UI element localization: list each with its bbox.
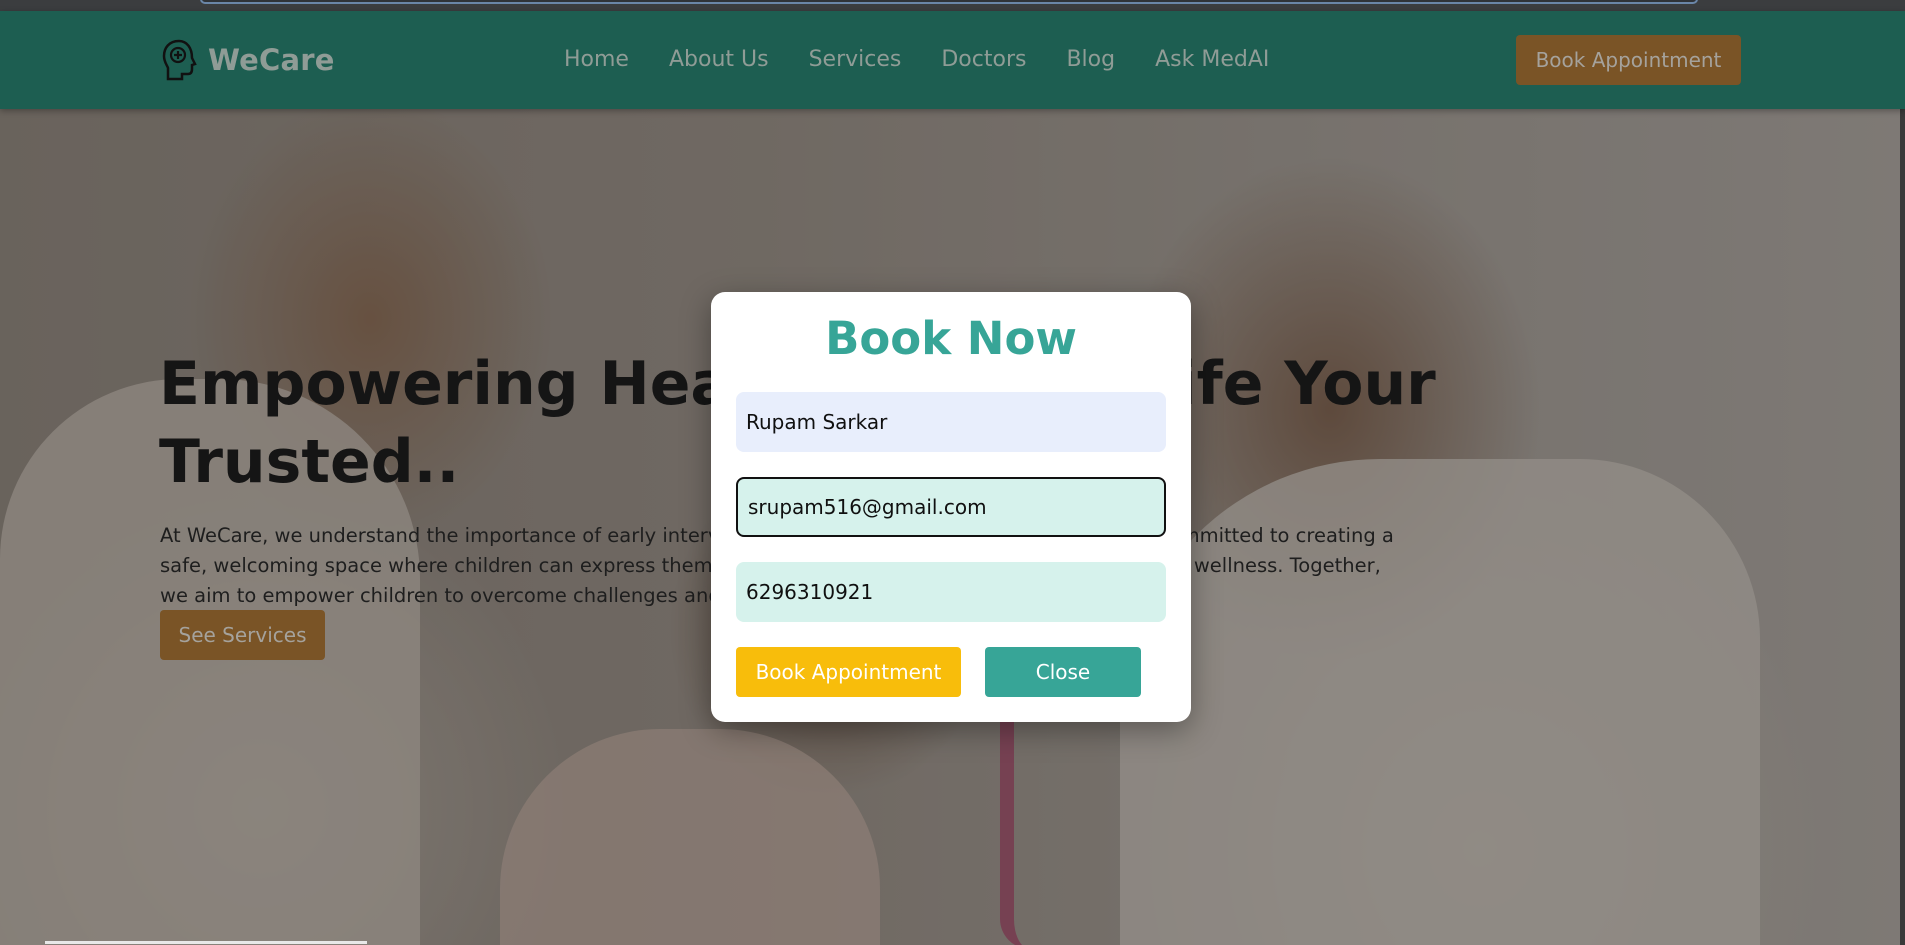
nav-home[interactable]: Home: [564, 47, 629, 72]
page: WeCare Home About Us Services Doctors Bl…: [0, 0, 1905, 945]
book-appointment-nav-button[interactable]: Book Appointment: [1516, 35, 1741, 85]
nav-links: Home About Us Services Doctors Blog Ask …: [564, 47, 1269, 72]
brand-name: WeCare: [208, 43, 335, 77]
nav-doctors[interactable]: Doctors: [941, 47, 1026, 72]
address-bar[interactable]: [200, 0, 1698, 4]
see-services-button[interactable]: See Services: [160, 610, 325, 660]
nav-ask-medai[interactable]: Ask MedAI: [1155, 47, 1269, 72]
brand[interactable]: WeCare: [160, 38, 335, 82]
book-appointment-submit-button[interactable]: Book Appointment: [736, 647, 961, 697]
nav-blog[interactable]: Blog: [1066, 47, 1115, 72]
nav-about-us[interactable]: About Us: [669, 47, 769, 72]
navbar: WeCare Home About Us Services Doctors Bl…: [0, 11, 1905, 109]
name-input[interactable]: [736, 392, 1166, 452]
close-button[interactable]: Close: [985, 647, 1141, 697]
scroll-indicator: [45, 941, 367, 944]
email-input[interactable]: [736, 477, 1166, 537]
booking-modal: Book Now Book Appointment Close: [711, 292, 1191, 722]
head-with-plus-icon: [162, 39, 197, 81]
phone-input[interactable]: [736, 562, 1166, 622]
browser-top-strip: [0, 0, 1905, 11]
nav-services[interactable]: Services: [809, 47, 902, 72]
modal-title: Book Now: [825, 312, 1077, 365]
